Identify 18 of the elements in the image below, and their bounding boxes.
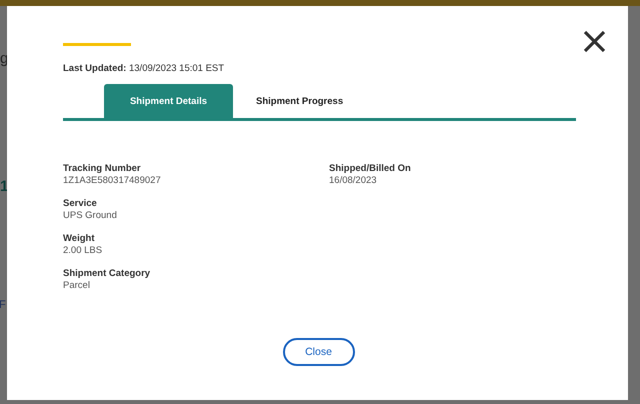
accent-line: [63, 43, 131, 46]
close-button[interactable]: Close: [282, 338, 354, 366]
field-label: Shipment Category: [63, 268, 152, 280]
background-text: 1: [0, 178, 8, 196]
field-label: Shipped/Billed On: [329, 163, 412, 175]
field-value: 16/08/2023: [329, 175, 378, 187]
last-updated-text: Last Updated: 13/09/2023 15:01 EST: [63, 63, 226, 74]
field-label: Weight: [63, 233, 96, 245]
close-icon[interactable]: [583, 30, 606, 53]
tab[interactable]: Shipment Progress: [233, 84, 366, 118]
field-value: Parcel: [63, 280, 91, 292]
field-label: Tracking Number: [63, 163, 142, 175]
field-value: UPS Ground: [63, 210, 118, 222]
tab[interactable]: Shipment Details: [104, 84, 233, 118]
field-value: 2.00 LBS: [63, 245, 104, 257]
field-label: Service: [63, 198, 98, 210]
background-text: F: [0, 298, 6, 313]
field-value: 1Z1A3E580317489027: [63, 175, 162, 187]
